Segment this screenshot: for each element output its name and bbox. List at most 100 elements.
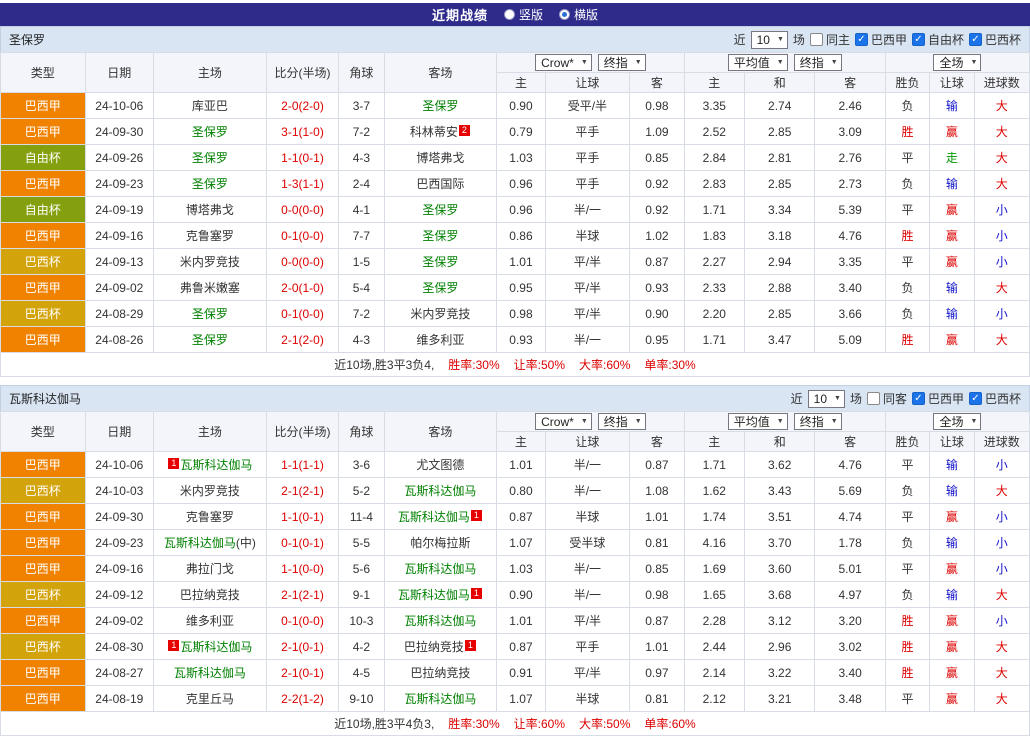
filter-checkbox-同客[interactable]: 同客 — [867, 390, 907, 407]
away-team-link[interactable]: 圣保罗 — [422, 255, 458, 269]
home-team-link[interactable]: 圣保罗 — [192, 307, 228, 321]
away-team-link[interactable]: 瓦斯科达伽马 — [404, 484, 476, 498]
euro-odds-group-header: 平均值▼ 终指▼ — [684, 53, 885, 73]
home-team-link[interactable]: 弗拉门戈 — [186, 562, 234, 576]
home-team-link[interactable]: 克里丘马 — [186, 692, 234, 706]
radio-horizontal-layout[interactable]: 横版 — [559, 6, 598, 23]
home-team-link[interactable]: 瓦斯科达伽马 — [174, 666, 246, 680]
away-team-link[interactable]: 圣保罗 — [422, 281, 458, 295]
away-team-link[interactable]: 瓦斯科达伽马 — [404, 692, 476, 706]
home-team-link[interactable]: 博塔弗戈 — [186, 203, 234, 217]
bookmaker-select[interactable]: Crow*▼ — [535, 54, 592, 71]
section-team-name[interactable]: 圣保罗 — [9, 31, 45, 48]
away-team-link[interactable]: 瓦斯科达伽马1 — [398, 588, 483, 602]
filter-checkbox-自由杯[interactable]: 自由杯 — [912, 31, 964, 48]
radio-vertical-layout[interactable]: 竖版 — [504, 6, 543, 23]
summary-record: 近10场,胜3平4负3, — [334, 717, 434, 731]
score-link[interactable]: 2-1(0-1) — [281, 640, 324, 654]
bookmaker-select[interactable]: Crow*▼ — [535, 413, 592, 430]
score-link[interactable]: 0-1(0-0) — [281, 307, 324, 321]
home-team-link[interactable]: 库亚巴 — [192, 99, 228, 113]
score-link[interactable]: 0-0(0-0) — [281, 203, 324, 217]
home-team-link[interactable]: 巴拉纳竞技 — [180, 588, 240, 602]
home-team-link[interactable]: 圣保罗 — [192, 125, 228, 139]
score-cell: 0-0(0-0) — [266, 197, 338, 223]
scope-select[interactable]: 全场▼ — [933, 54, 981, 71]
score-link[interactable]: 2-1(0-1) — [281, 666, 324, 680]
stage-select[interactable]: 终指▼ — [598, 54, 646, 71]
away-team-link[interactable]: 维多利亚 — [416, 333, 464, 347]
score-link[interactable]: 3-1(1-0) — [281, 125, 324, 139]
score-link[interactable]: 2-0(2-0) — [281, 99, 324, 113]
score-link[interactable]: 1-1(0-0) — [281, 562, 324, 576]
home-team-link[interactable]: 米内罗竞技 — [180, 255, 240, 269]
away-team-link[interactable]: 尤文图德 — [416, 458, 464, 472]
stage-select[interactable]: 终指▼ — [794, 413, 842, 430]
filter-checkbox-同主[interactable]: 同主 — [810, 31, 850, 48]
score-link[interactable]: 2-0(1-0) — [281, 281, 324, 295]
filter-checkbox-巴西杯[interactable]: 巴西杯 — [969, 390, 1021, 407]
stage-select[interactable]: 终指▼ — [598, 413, 646, 430]
filter-checkbox-巴西甲[interactable]: 巴西甲 — [912, 390, 964, 407]
home-team-link[interactable]: 弗鲁米嫩塞 — [180, 281, 240, 295]
filter-checkbox-巴西杯[interactable]: 巴西杯 — [969, 31, 1021, 48]
home-team-link[interactable]: 维多利亚 — [186, 614, 234, 628]
home-team-link[interactable]: 米内罗竞技 — [180, 484, 240, 498]
match-row: 巴西甲24-09-16弗拉门戈1-1(0-0)5-6瓦斯科达伽马1.03半/一0… — [1, 556, 1030, 582]
league-cell: 巴西甲 — [1, 171, 86, 197]
checkbox-icon[interactable] — [912, 392, 925, 405]
away-team-link[interactable]: 圣保罗 — [422, 203, 458, 217]
away-team-link[interactable]: 瓦斯科达伽马 — [404, 614, 476, 628]
summary-rate: 胜率:30% — [448, 717, 499, 731]
score-link[interactable]: 2-1(2-0) — [281, 333, 324, 347]
score-link[interactable]: 0-0(0-0) — [281, 255, 324, 269]
checkbox-icon[interactable] — [855, 33, 868, 46]
away-team-link[interactable]: 巴西国际 — [416, 177, 464, 191]
score-link[interactable]: 1-1(0-1) — [281, 510, 324, 524]
away-team-link[interactable]: 瓦斯科达伽马 — [404, 562, 476, 576]
score-link[interactable]: 0-1(0-0) — [281, 229, 324, 243]
stage-select[interactable]: 终指▼ — [794, 54, 842, 71]
radio-label-horizontal[interactable]: 横版 — [574, 6, 598, 23]
score-link[interactable]: 1-1(1-1) — [281, 458, 324, 472]
score-link[interactable]: 2-2(1-2) — [281, 692, 324, 706]
section-team-name[interactable]: 瓦斯科达伽马 — [9, 390, 81, 407]
checkbox-icon[interactable] — [969, 392, 982, 405]
match-count-select[interactable]: 10▼ — [751, 31, 788, 49]
away-team-link[interactable]: 巴拉纳竞技1 — [404, 640, 477, 654]
away-team-link[interactable]: 博塔弗戈 — [416, 151, 464, 165]
checkbox-icon[interactable] — [912, 33, 925, 46]
home-team-link[interactable]: 圣保罗 — [192, 333, 228, 347]
score-link[interactable]: 0-1(0-0) — [281, 614, 324, 628]
score-link[interactable]: 1-1(0-1) — [281, 151, 324, 165]
score-link[interactable]: 1-3(1-1) — [281, 177, 324, 191]
checkbox-icon[interactable] — [867, 392, 880, 405]
checkbox-icon[interactable] — [810, 33, 823, 46]
home-team-link[interactable]: 圣保罗 — [192, 177, 228, 191]
away-team-link[interactable]: 圣保罗 — [422, 229, 458, 243]
home-team-link[interactable]: 1瓦斯科达伽马 — [167, 640, 252, 654]
home-team-link[interactable]: 克鲁塞罗 — [186, 510, 234, 524]
radio-button-icon[interactable] — [559, 9, 570, 20]
away-team-link[interactable]: 帕尔梅拉斯 — [410, 536, 470, 550]
home-team-link[interactable]: 克鲁塞罗 — [186, 229, 234, 243]
away-team-link[interactable]: 瓦斯科达伽马1 — [398, 510, 483, 524]
away-team-link[interactable]: 巴拉纳竞技 — [410, 666, 470, 680]
home-team-link[interactable]: 1瓦斯科达伽马 — [167, 458, 252, 472]
score-link[interactable]: 0-1(0-1) — [281, 536, 324, 550]
score-link[interactable]: 2-1(2-1) — [281, 484, 324, 498]
away-team-link[interactable]: 科林蒂安2 — [410, 125, 471, 139]
home-team-link[interactable]: 瓦斯科达伽马(中) — [164, 536, 256, 550]
average-select[interactable]: 平均值▼ — [728, 54, 788, 71]
radio-button-icon[interactable] — [504, 9, 515, 20]
checkbox-icon[interactable] — [969, 33, 982, 46]
score-link[interactable]: 2-1(2-1) — [281, 588, 324, 602]
away-team-link[interactable]: 米内罗竞技 — [410, 307, 470, 321]
match-count-select[interactable]: 10▼ — [808, 390, 845, 408]
home-team-link[interactable]: 圣保罗 — [192, 151, 228, 165]
filter-checkbox-巴西甲[interactable]: 巴西甲 — [855, 31, 907, 48]
average-select[interactable]: 平均值▼ — [728, 413, 788, 430]
radio-label-vertical[interactable]: 竖版 — [519, 6, 543, 23]
away-team-link[interactable]: 圣保罗 — [422, 99, 458, 113]
scope-select[interactable]: 全场▼ — [933, 413, 981, 430]
